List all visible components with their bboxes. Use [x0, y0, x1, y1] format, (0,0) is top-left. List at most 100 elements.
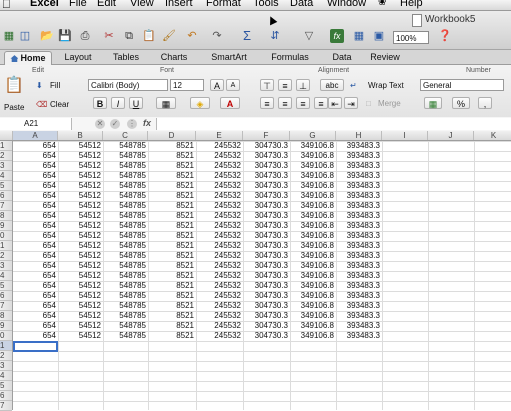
- row-header-5[interactable]: 5: [0, 181, 12, 191]
- cell-c10[interactable]: 548785: [103, 231, 148, 241]
- cell-c8[interactable]: 548785: [103, 211, 148, 221]
- cell-f9[interactable]: 304730.3: [243, 221, 290, 231]
- cell-b12[interactable]: 54512: [58, 251, 103, 261]
- cell-b20[interactable]: 54512: [58, 331, 103, 341]
- column-header-j[interactable]: J: [428, 131, 474, 140]
- cell-c12[interactable]: 548785: [103, 251, 148, 261]
- row-header-18[interactable]: 8: [0, 311, 12, 321]
- cell-d10[interactable]: 8521: [148, 231, 196, 241]
- menu-file[interactable]: File: [69, 0, 87, 9]
- cell-b11[interactable]: 54512: [58, 241, 103, 251]
- menu-tools[interactable]: Tools: [253, 0, 279, 9]
- cell-c19[interactable]: 548785: [103, 321, 148, 331]
- format-painter-icon[interactable]: 🖌: [162, 29, 176, 43]
- cell-g4[interactable]: 349106.8: [290, 171, 336, 181]
- align-right-icon[interactable]: ≡: [296, 97, 310, 109]
- cell-h12[interactable]: 393483.3: [336, 251, 382, 261]
- cell-a10[interactable]: 654: [13, 231, 58, 241]
- cell-b15[interactable]: 54512: [58, 281, 103, 291]
- cell-a15[interactable]: 654: [13, 281, 58, 291]
- cell-d8[interactable]: 8521: [148, 211, 196, 221]
- copy-icon[interactable]: ⧉: [122, 29, 136, 43]
- menu-format[interactable]: Format: [206, 0, 241, 9]
- cell-e11[interactable]: 245532: [196, 241, 243, 251]
- cell-h2[interactable]: 393483.3: [336, 151, 382, 161]
- cell-e4[interactable]: 245532: [196, 171, 243, 181]
- cell-g20[interactable]: 349106.8: [290, 331, 336, 341]
- cell-h17[interactable]: 393483.3: [336, 301, 382, 311]
- cell-b8[interactable]: 54512: [58, 211, 103, 221]
- cell-g8[interactable]: 349106.8: [290, 211, 336, 221]
- row-header-6[interactable]: 6: [0, 191, 12, 201]
- cell-a6[interactable]: 654: [13, 191, 58, 201]
- cell-d17[interactable]: 8521: [148, 301, 196, 311]
- cell-f12[interactable]: 304730.3: [243, 251, 290, 261]
- cell-f7[interactable]: 304730.3: [243, 201, 290, 211]
- tab-home[interactable]: Home: [4, 51, 52, 65]
- cell-c9[interactable]: 548785: [103, 221, 148, 231]
- formula-input[interactable]: [156, 118, 511, 130]
- italic-button[interactable]: I: [111, 97, 125, 109]
- cell-h5[interactable]: 393483.3: [336, 181, 382, 191]
- column-header-e[interactable]: E: [196, 131, 243, 140]
- accounting-format-icon[interactable]: ▦: [424, 97, 442, 109]
- cell-a14[interactable]: 654: [13, 271, 58, 281]
- cell-g9[interactable]: 349106.8: [290, 221, 336, 231]
- cell-c11[interactable]: 548785: [103, 241, 148, 251]
- autosum-icon[interactable]: Σ: [240, 29, 254, 43]
- cell-d9[interactable]: 8521: [148, 221, 196, 231]
- cell-e14[interactable]: 245532: [196, 271, 243, 281]
- column-header-b[interactable]: B: [58, 131, 103, 140]
- cell-f8[interactable]: 304730.3: [243, 211, 290, 221]
- sort-icon[interactable]: ⇵: [268, 29, 282, 43]
- row-header-8[interactable]: 8: [0, 211, 12, 221]
- row-header-2[interactable]: 2: [0, 151, 12, 161]
- cell-f4[interactable]: 304730.3: [243, 171, 290, 181]
- cell-g7[interactable]: 349106.8: [290, 201, 336, 211]
- cell-f20[interactable]: 304730.3: [243, 331, 290, 341]
- cell-b4[interactable]: 54512: [58, 171, 103, 181]
- cell-e10[interactable]: 245532: [196, 231, 243, 241]
- cell-b16[interactable]: 54512: [58, 291, 103, 301]
- cell-f2[interactable]: 304730.3: [243, 151, 290, 161]
- cell-g1[interactable]: 349106.8: [290, 141, 336, 151]
- cell-b13[interactable]: 54512: [58, 261, 103, 271]
- cell-f16[interactable]: 304730.3: [243, 291, 290, 301]
- cell-a16[interactable]: 654: [13, 291, 58, 301]
- cell-g5[interactable]: 349106.8: [290, 181, 336, 191]
- redo-icon[interactable]: ↷: [210, 29, 224, 43]
- cell-g16[interactable]: 349106.8: [290, 291, 336, 301]
- active-cell-a21[interactable]: [13, 341, 58, 352]
- cell-c14[interactable]: 548785: [103, 271, 148, 281]
- cell-a4[interactable]: 654: [13, 171, 58, 181]
- tab-smartart[interactable]: SmartArt: [202, 51, 256, 64]
- formula-builder-icon[interactable]: fx: [330, 29, 344, 43]
- number-format-select[interactable]: General: [420, 79, 504, 91]
- cell-h8[interactable]: 393483.3: [336, 211, 382, 221]
- print-icon[interactable]: ⎙: [78, 29, 92, 43]
- cell-d11[interactable]: 8521: [148, 241, 196, 251]
- column-header-c[interactable]: C: [103, 131, 148, 140]
- cell-b7[interactable]: 54512: [58, 201, 103, 211]
- cell-g12[interactable]: 349106.8: [290, 251, 336, 261]
- toolbox-icon[interactable]: ▣: [372, 29, 386, 43]
- cell-h6[interactable]: 393483.3: [336, 191, 382, 201]
- menu-insert[interactable]: Insert: [165, 0, 193, 9]
- wrap-text-button[interactable]: Wrap Text: [368, 81, 404, 90]
- orientation-button[interactable]: abc: [320, 79, 344, 91]
- cell-d19[interactable]: 8521: [148, 321, 196, 331]
- cell-e18[interactable]: 245532: [196, 311, 243, 321]
- paste-label[interactable]: Paste: [4, 103, 24, 112]
- cell-d13[interactable]: 8521: [148, 261, 196, 271]
- bold-button[interactable]: B: [93, 97, 107, 109]
- font-size-select[interactable]: 12: [170, 79, 204, 91]
- align-top-icon[interactable]: ⊤: [260, 79, 274, 91]
- grow-font-icon[interactable]: A: [210, 79, 224, 91]
- cell-d7[interactable]: 8521: [148, 201, 196, 211]
- cell-h14[interactable]: 393483.3: [336, 271, 382, 281]
- decrease-indent-icon[interactable]: ⇤: [328, 97, 342, 109]
- column-header-k[interactable]: K: [474, 131, 511, 140]
- row-header-1[interactable]: 1: [0, 141, 12, 151]
- cell-f18[interactable]: 304730.3: [243, 311, 290, 321]
- cell-e12[interactable]: 245532: [196, 251, 243, 261]
